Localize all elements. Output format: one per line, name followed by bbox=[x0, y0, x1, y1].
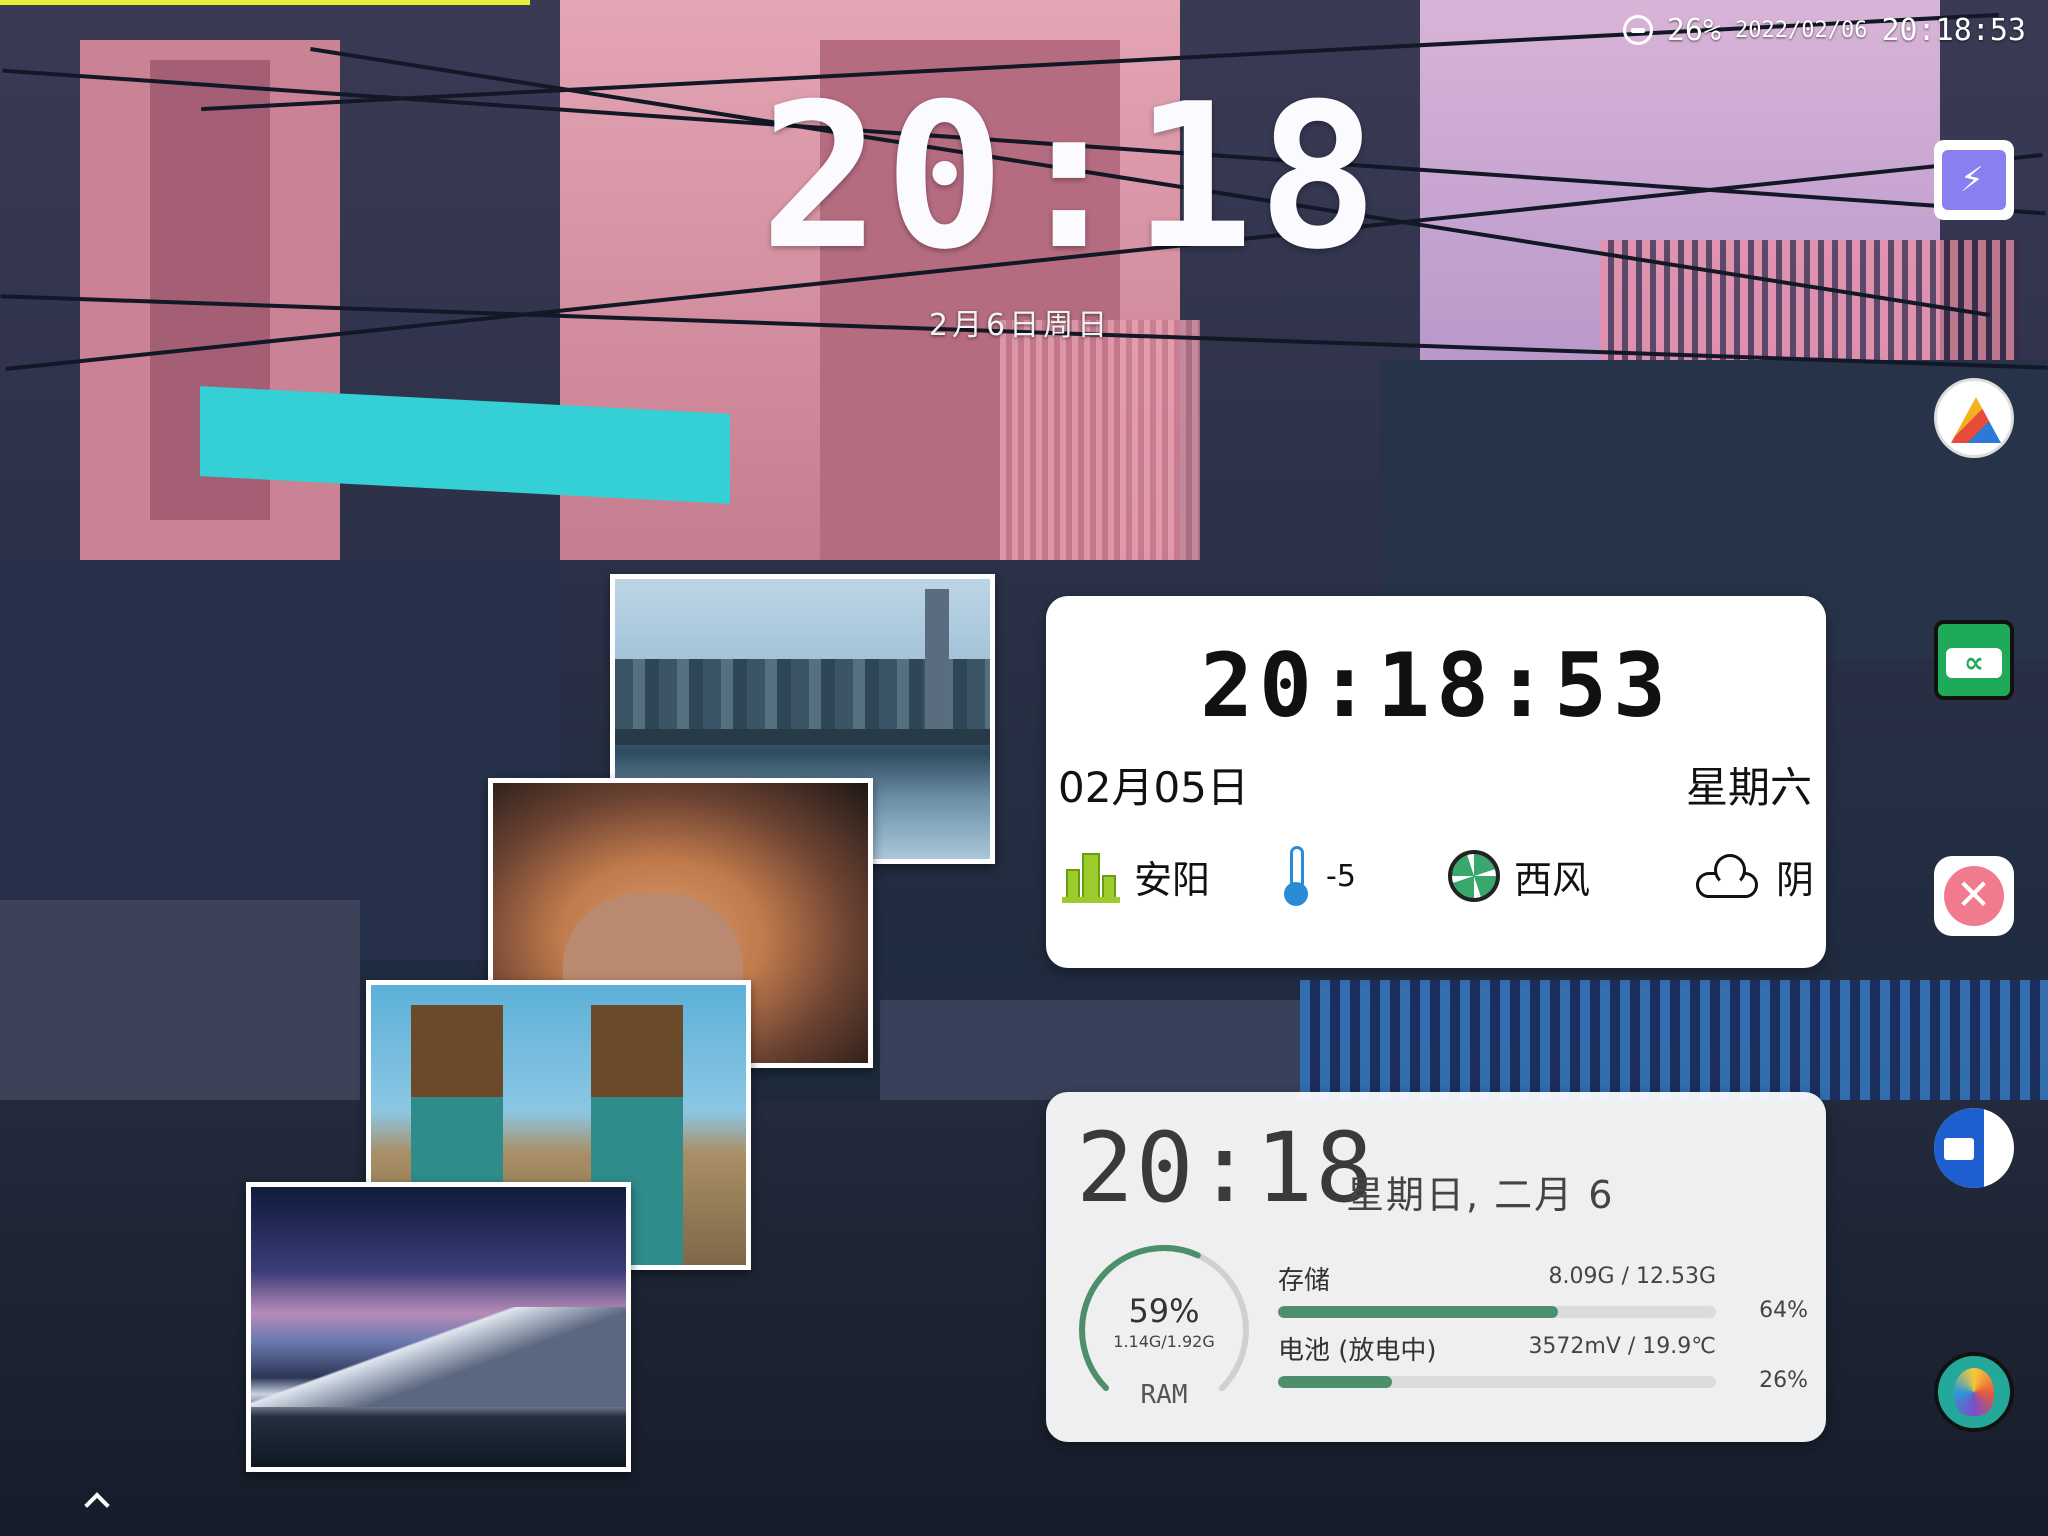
colorful-app-icon[interactable] bbox=[1934, 1352, 2014, 1432]
storage-value: 8.09G / 12.53G bbox=[1548, 1264, 1716, 1289]
storage-label: 存储 bbox=[1278, 1266, 1331, 1296]
ram-percent: 59% bbox=[1128, 1292, 1200, 1330]
battery-value: 3572mV / 19.9℃ bbox=[1528, 1334, 1716, 1359]
system-widget-time: 20:18 bbox=[1076, 1112, 1375, 1224]
weather-row: 安阳 -5 西风 阴 bbox=[1046, 836, 1826, 916]
storage-percent: 64% bbox=[1759, 1298, 1808, 1323]
system-info-widget[interactable]: 20:18 星期日, 二月 6 59% 1.14G/1.92G RAM 存储 8… bbox=[1046, 1092, 1826, 1442]
ram-label: RAM bbox=[1140, 1380, 1188, 1410]
flash-app-icon[interactable] bbox=[1934, 140, 2014, 220]
triangle-app-icon[interactable] bbox=[1934, 378, 2014, 458]
top-progress-strip bbox=[0, 0, 530, 5]
battery-percent-value: 26% bbox=[1759, 1368, 1808, 1393]
cloud-icon bbox=[1692, 854, 1762, 898]
wind-icon bbox=[1448, 850, 1500, 902]
do-not-disturb-icon bbox=[1622, 15, 1653, 45]
widget-date: 02月05日 bbox=[1058, 763, 1249, 812]
lockscreen-date: 2月6日周日 bbox=[928, 308, 1112, 343]
system-widget-date: 星期日, 二月 6 bbox=[1346, 1173, 1615, 1217]
status-bar: 26% 2022/02/06 20:18:53 bbox=[1622, 10, 2027, 50]
chevron-up-icon[interactable] bbox=[82, 1486, 112, 1516]
lockscreen-clock[interactable]: 20:18 bbox=[760, 78, 1378, 278]
weather-wind: 西风 bbox=[1448, 836, 1590, 916]
city-icon bbox=[1062, 849, 1120, 903]
files-app-icon[interactable] bbox=[1934, 1108, 2014, 1188]
status-date: 2022/02/06 bbox=[1735, 17, 1868, 43]
weather-condition: 阴 bbox=[1692, 836, 1814, 916]
weather-city: 安阳 bbox=[1062, 836, 1210, 916]
weather-temperature: -5 bbox=[1282, 836, 1356, 916]
wind-value: 西风 bbox=[1514, 857, 1591, 902]
milky-way-mountains-photo[interactable] bbox=[246, 1182, 631, 1472]
battery-bar bbox=[1278, 1376, 1716, 1388]
battery-percent: 26% bbox=[1666, 12, 1722, 48]
ram-detail: 1.14G/1.92G bbox=[1113, 1332, 1215, 1351]
status-time: 20:18:53 bbox=[1881, 12, 2027, 48]
battery-label: 电池 (放电中) bbox=[1278, 1336, 1437, 1366]
thermometer-icon bbox=[1282, 846, 1312, 906]
widget-clock-time: 20:18:53 bbox=[1200, 634, 1672, 737]
condition-value: 阴 bbox=[1776, 857, 1815, 902]
temperature-value: -5 bbox=[1326, 858, 1356, 894]
bandage-app-icon[interactable] bbox=[1934, 856, 2014, 936]
green-app-icon[interactable]: ∝ bbox=[1934, 620, 2014, 700]
storage-bar bbox=[1278, 1306, 1716, 1318]
weather-clock-widget[interactable]: 20:18:53 02月05日 星期六 安阳 -5 西风 阴 bbox=[1046, 596, 1826, 968]
city-name: 安阳 bbox=[1134, 857, 1211, 902]
widget-weekday: 星期六 bbox=[1685, 763, 1812, 812]
